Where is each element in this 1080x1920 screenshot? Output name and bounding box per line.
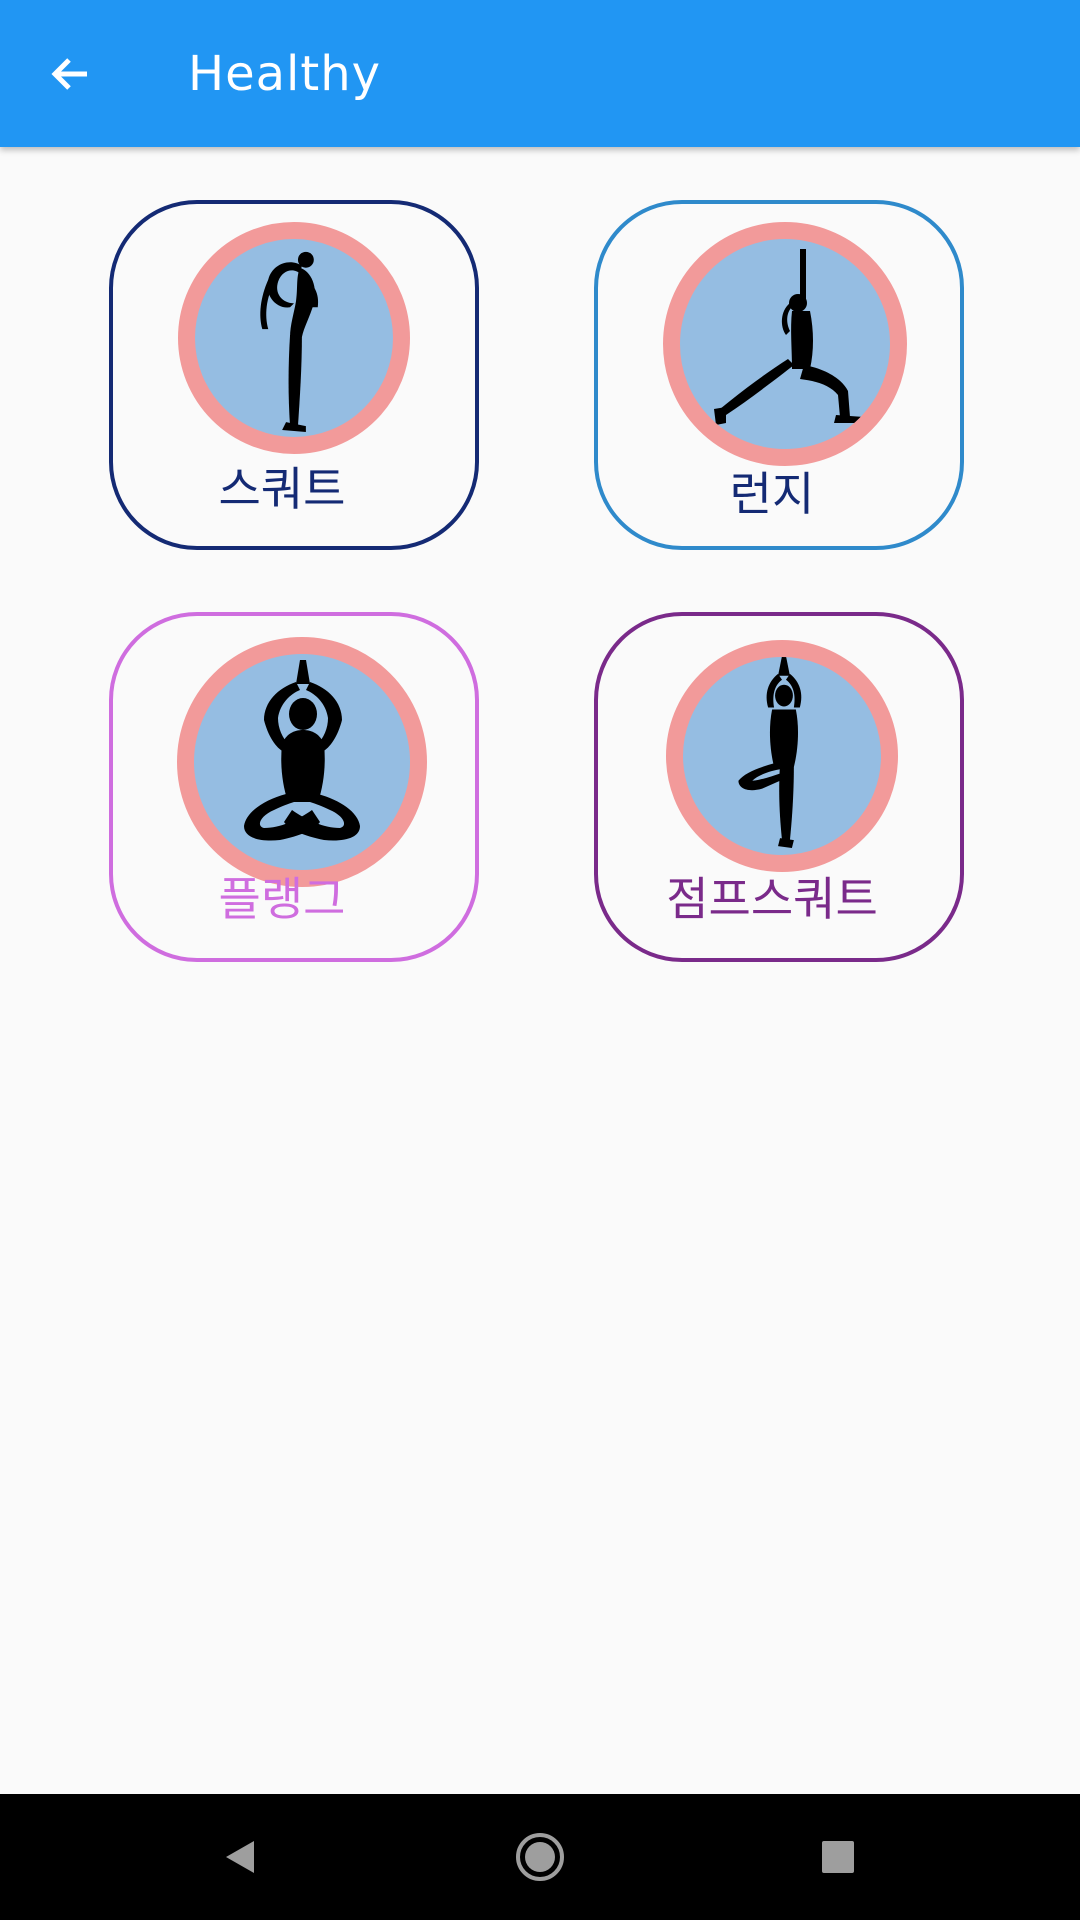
exercise-label: 플랭그: [218, 872, 346, 926]
exercise-card-plank[interactable]: 플랭그: [109, 612, 479, 962]
exercise-icon: [178, 222, 410, 454]
nav-back-button[interactable]: [200, 1817, 280, 1897]
page-title: Healthy: [188, 46, 382, 102]
nav-home-button[interactable]: [500, 1817, 580, 1897]
exercise-label: 런지: [729, 467, 815, 521]
nav-recents-button[interactable]: [798, 1817, 878, 1897]
lotus-pose-icon: [244, 660, 360, 841]
triangle-back-icon: [226, 1841, 254, 1873]
app-bar: Healthy: [0, 0, 1080, 147]
square-recents-icon: [822, 1841, 854, 1873]
exercise-icon: [666, 640, 898, 872]
warrior-pose-icon: [714, 249, 864, 425]
exercise-card-lunge[interactable]: 런지: [594, 200, 964, 550]
system-nav-bar: [0, 1794, 1080, 1920]
exercise-icon: [663, 222, 907, 466]
back-button[interactable]: [35, 38, 107, 110]
exercise-label: 점프스쿼트: [666, 872, 878, 926]
arrow-left-icon: [51, 58, 87, 90]
exercise-icon: [177, 637, 427, 887]
exercise-card-squat[interactable]: 스쿼트: [109, 200, 479, 550]
circle-home-icon: [516, 1833, 564, 1881]
exercise-card-jump-squat[interactable]: 점프스쿼트: [594, 612, 964, 962]
tree-pose-icon: [738, 657, 802, 849]
dancer-pose-icon: [260, 251, 319, 433]
exercise-grid: 스쿼트 런지 플랭그 점프스쿼트: [0, 147, 1080, 1794]
exercise-label: 스쿼트: [218, 462, 346, 516]
